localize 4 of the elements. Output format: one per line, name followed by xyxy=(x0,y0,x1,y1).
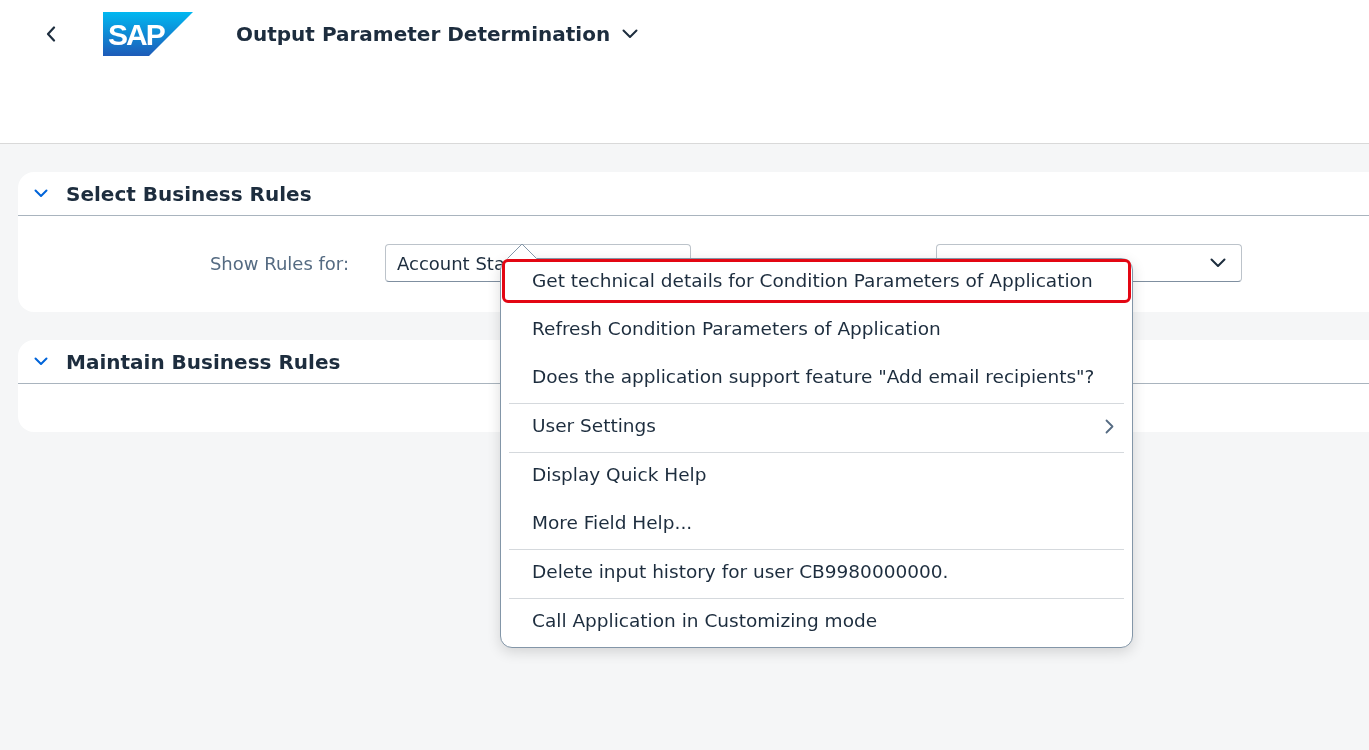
panel-title: Maintain Business Rules xyxy=(66,348,341,376)
field-label: Show Rules for: xyxy=(208,251,349,276)
company-logo: SAP xyxy=(103,12,193,56)
panel-title: Select Business Rules xyxy=(66,180,312,208)
